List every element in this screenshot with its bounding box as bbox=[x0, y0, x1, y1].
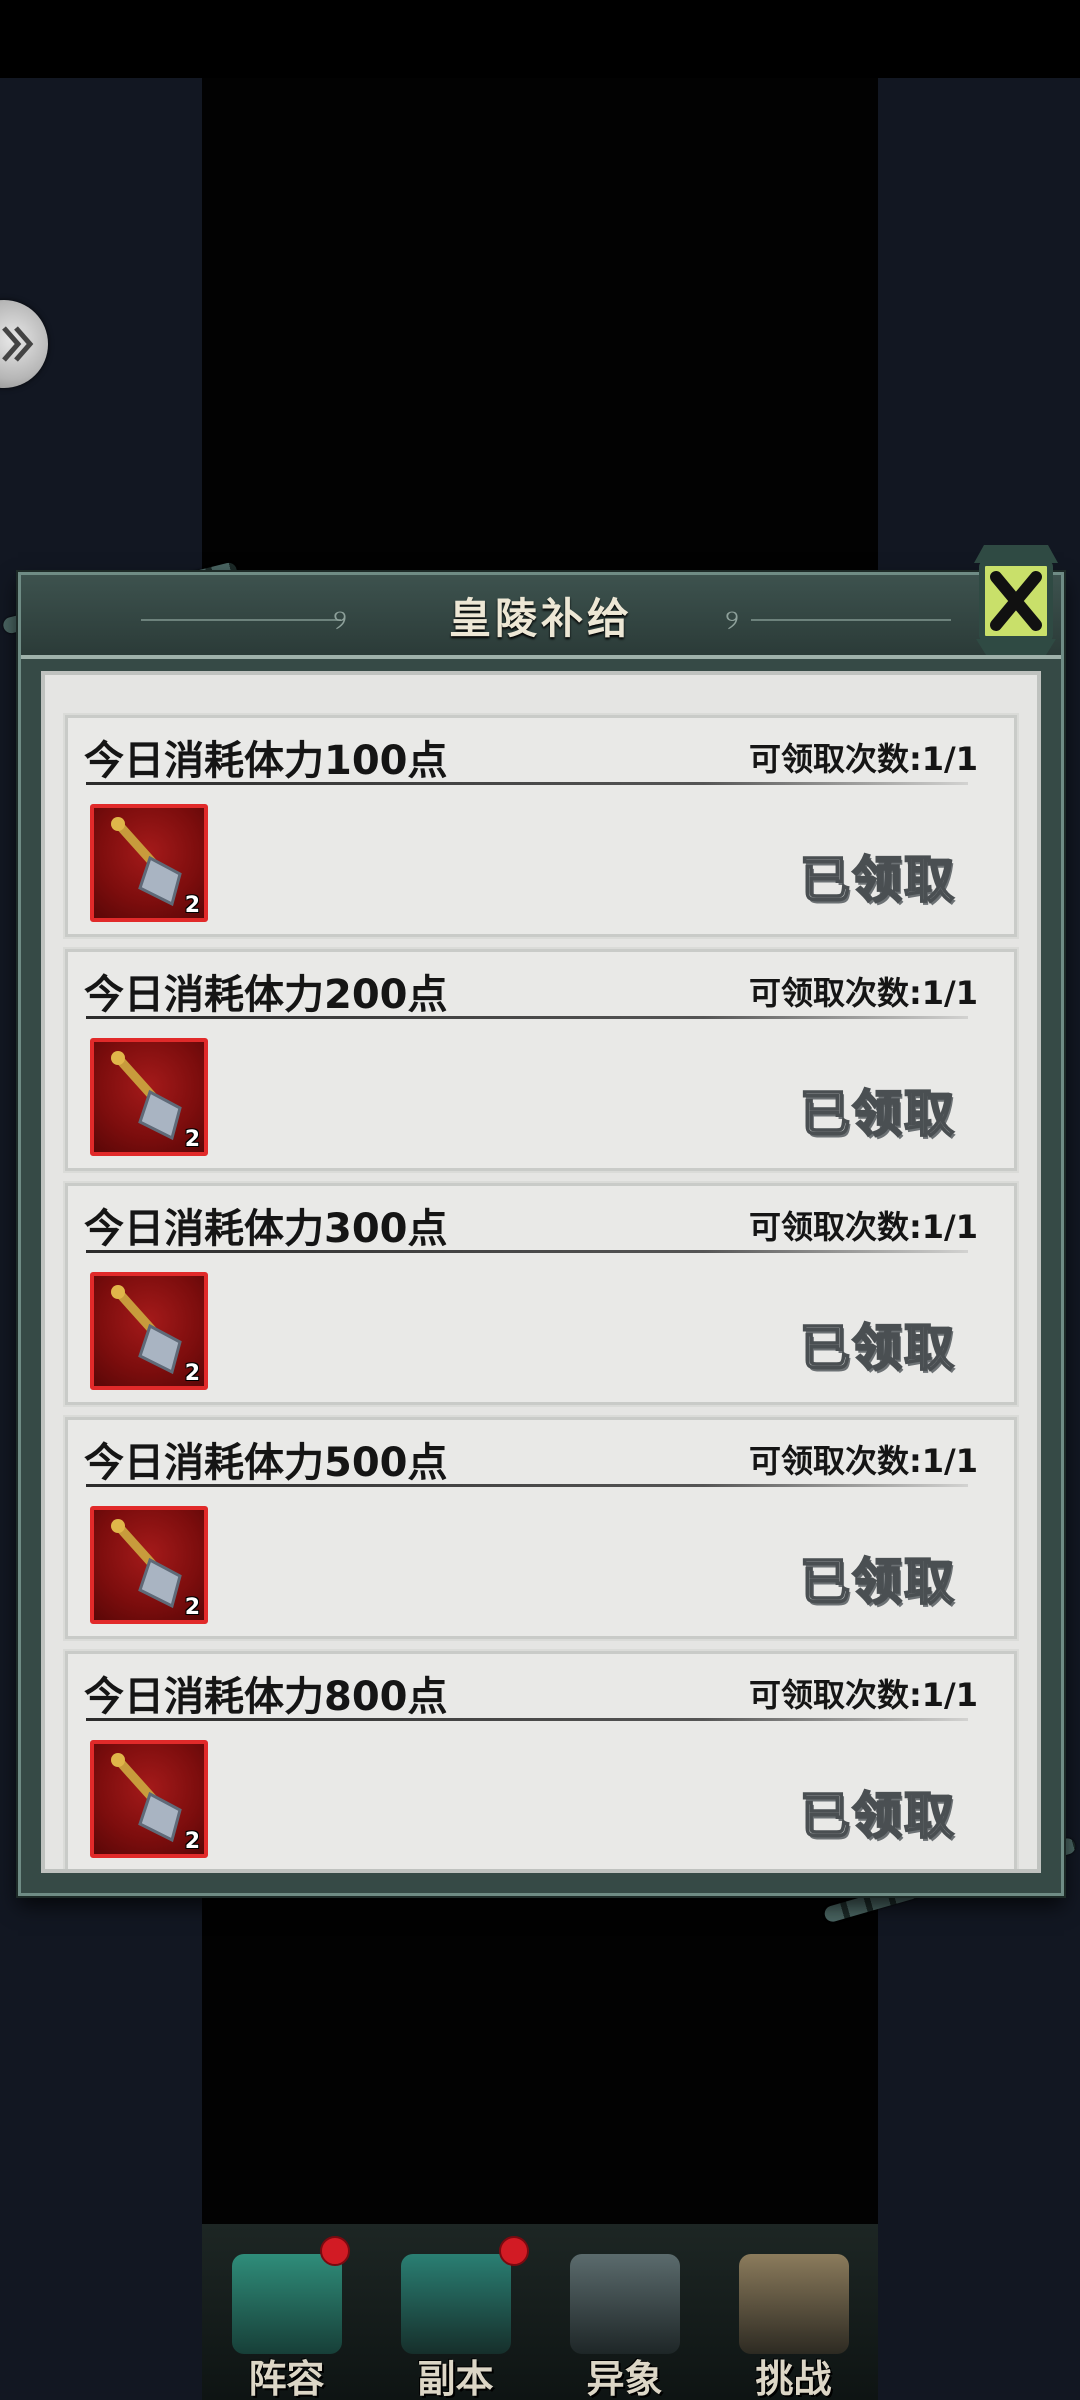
claimed-status: 已领取 bbox=[799, 850, 956, 910]
reward-item[interactable]: 2 bbox=[90, 1272, 208, 1390]
dungeon-sword-icon bbox=[401, 2254, 511, 2354]
supply-modal: ୨ 皇陵补给 ୨ 今日消耗体力100点 可领取次数:1/1 2 已领取 今日消耗… bbox=[18, 572, 1064, 1896]
claim-count: 可领取次数:1/1 bbox=[748, 974, 978, 1012]
task-title: 今日消耗体力300点 bbox=[84, 1206, 448, 1252]
divider bbox=[86, 1016, 968, 1019]
close-icon bbox=[974, 545, 1058, 655]
claimed-status: 已领取 bbox=[799, 1084, 956, 1144]
nav-label: 副本 bbox=[417, 2357, 494, 2400]
swirl-icon: ୨ bbox=[725, 603, 739, 636]
nav-label: 异象 bbox=[586, 2357, 663, 2400]
notification-badge bbox=[499, 2236, 529, 2266]
title-ornament-right bbox=[751, 619, 951, 621]
reward-item[interactable]: 2 bbox=[90, 804, 208, 922]
status-bar bbox=[0, 0, 1080, 78]
task-row: 今日消耗体力100点 可领取次数:1/1 2 已领取 bbox=[63, 713, 1019, 939]
reward-item[interactable]: 2 bbox=[90, 1740, 208, 1858]
nav-item-anomaly[interactable]: 异象 bbox=[540, 2224, 709, 2400]
reward-item[interactable]: 2 bbox=[90, 1038, 208, 1156]
divider bbox=[86, 1250, 968, 1253]
task-title: 今日消耗体力100点 bbox=[84, 738, 448, 784]
task-title: 今日消耗体力500点 bbox=[84, 1440, 448, 1486]
crossed-swords-icon bbox=[570, 2254, 680, 2354]
claim-count: 可领取次数:1/1 bbox=[748, 1208, 978, 1246]
item-quantity: 2 bbox=[184, 1595, 200, 1620]
nav-label: 阵容 bbox=[248, 2357, 325, 2400]
task-title: 今日消耗体力800点 bbox=[84, 1674, 448, 1720]
item-quantity: 2 bbox=[184, 1361, 200, 1386]
lineup-icon bbox=[232, 2254, 342, 2354]
claimed-status: 已领取 bbox=[799, 1318, 956, 1378]
game-screen: ୨ 皇陵补给 ୨ 今日消耗体力100点 可领取次数:1/1 2 已领取 今日消耗… bbox=[0, 0, 1080, 2400]
item-quantity: 2 bbox=[184, 893, 200, 918]
claim-count: 可领取次数:1/1 bbox=[748, 1442, 978, 1480]
task-row: 今日消耗体力200点 可领取次数:1/1 2 已领取 bbox=[63, 947, 1019, 1173]
nav-item-lineup[interactable]: 阵容 bbox=[202, 2224, 371, 2400]
nav-label: 挑战 bbox=[755, 2357, 832, 2400]
task-row: 今日消耗体力800点 可领取次数:1/1 2 已领取 bbox=[63, 1649, 1019, 1869]
task-title: 今日消耗体力200点 bbox=[84, 972, 448, 1018]
nav-item-challenge[interactable]: 挑战 bbox=[709, 2224, 878, 2400]
bottom-nav: 阵容 副本 异象 挑战 bbox=[202, 2224, 878, 2400]
claimed-status: 已领取 bbox=[799, 1786, 956, 1846]
nav-item-dungeon[interactable]: 副本 bbox=[371, 2224, 540, 2400]
task-row: 今日消耗体力500点 可领取次数:1/1 2 已领取 bbox=[63, 1415, 1019, 1641]
divider bbox=[86, 782, 968, 785]
double-chevron-right-icon bbox=[2, 326, 34, 362]
task-list: 今日消耗体力100点 可领取次数:1/1 2 已领取 今日消耗体力200点 可领… bbox=[41, 671, 1041, 1873]
close-button[interactable] bbox=[960, 534, 1060, 674]
modal-header: ୨ 皇陵补给 ୨ bbox=[21, 575, 1061, 659]
task-row: 今日消耗体力300点 可领取次数:1/1 2 已领取 bbox=[63, 1181, 1019, 1407]
claim-count: 可领取次数:1/1 bbox=[748, 1676, 978, 1714]
divider bbox=[86, 1718, 968, 1721]
claim-count: 可领取次数:1/1 bbox=[748, 740, 978, 778]
divider bbox=[86, 1484, 968, 1487]
scroll-icon bbox=[739, 2254, 849, 2354]
item-quantity: 2 bbox=[184, 1829, 200, 1854]
reward-item[interactable]: 2 bbox=[90, 1506, 208, 1624]
claimed-status: 已领取 bbox=[799, 1552, 956, 1612]
modal-title: 皇陵补给 bbox=[448, 594, 633, 643]
item-quantity: 2 bbox=[184, 1127, 200, 1152]
notification-badge bbox=[320, 2236, 350, 2266]
